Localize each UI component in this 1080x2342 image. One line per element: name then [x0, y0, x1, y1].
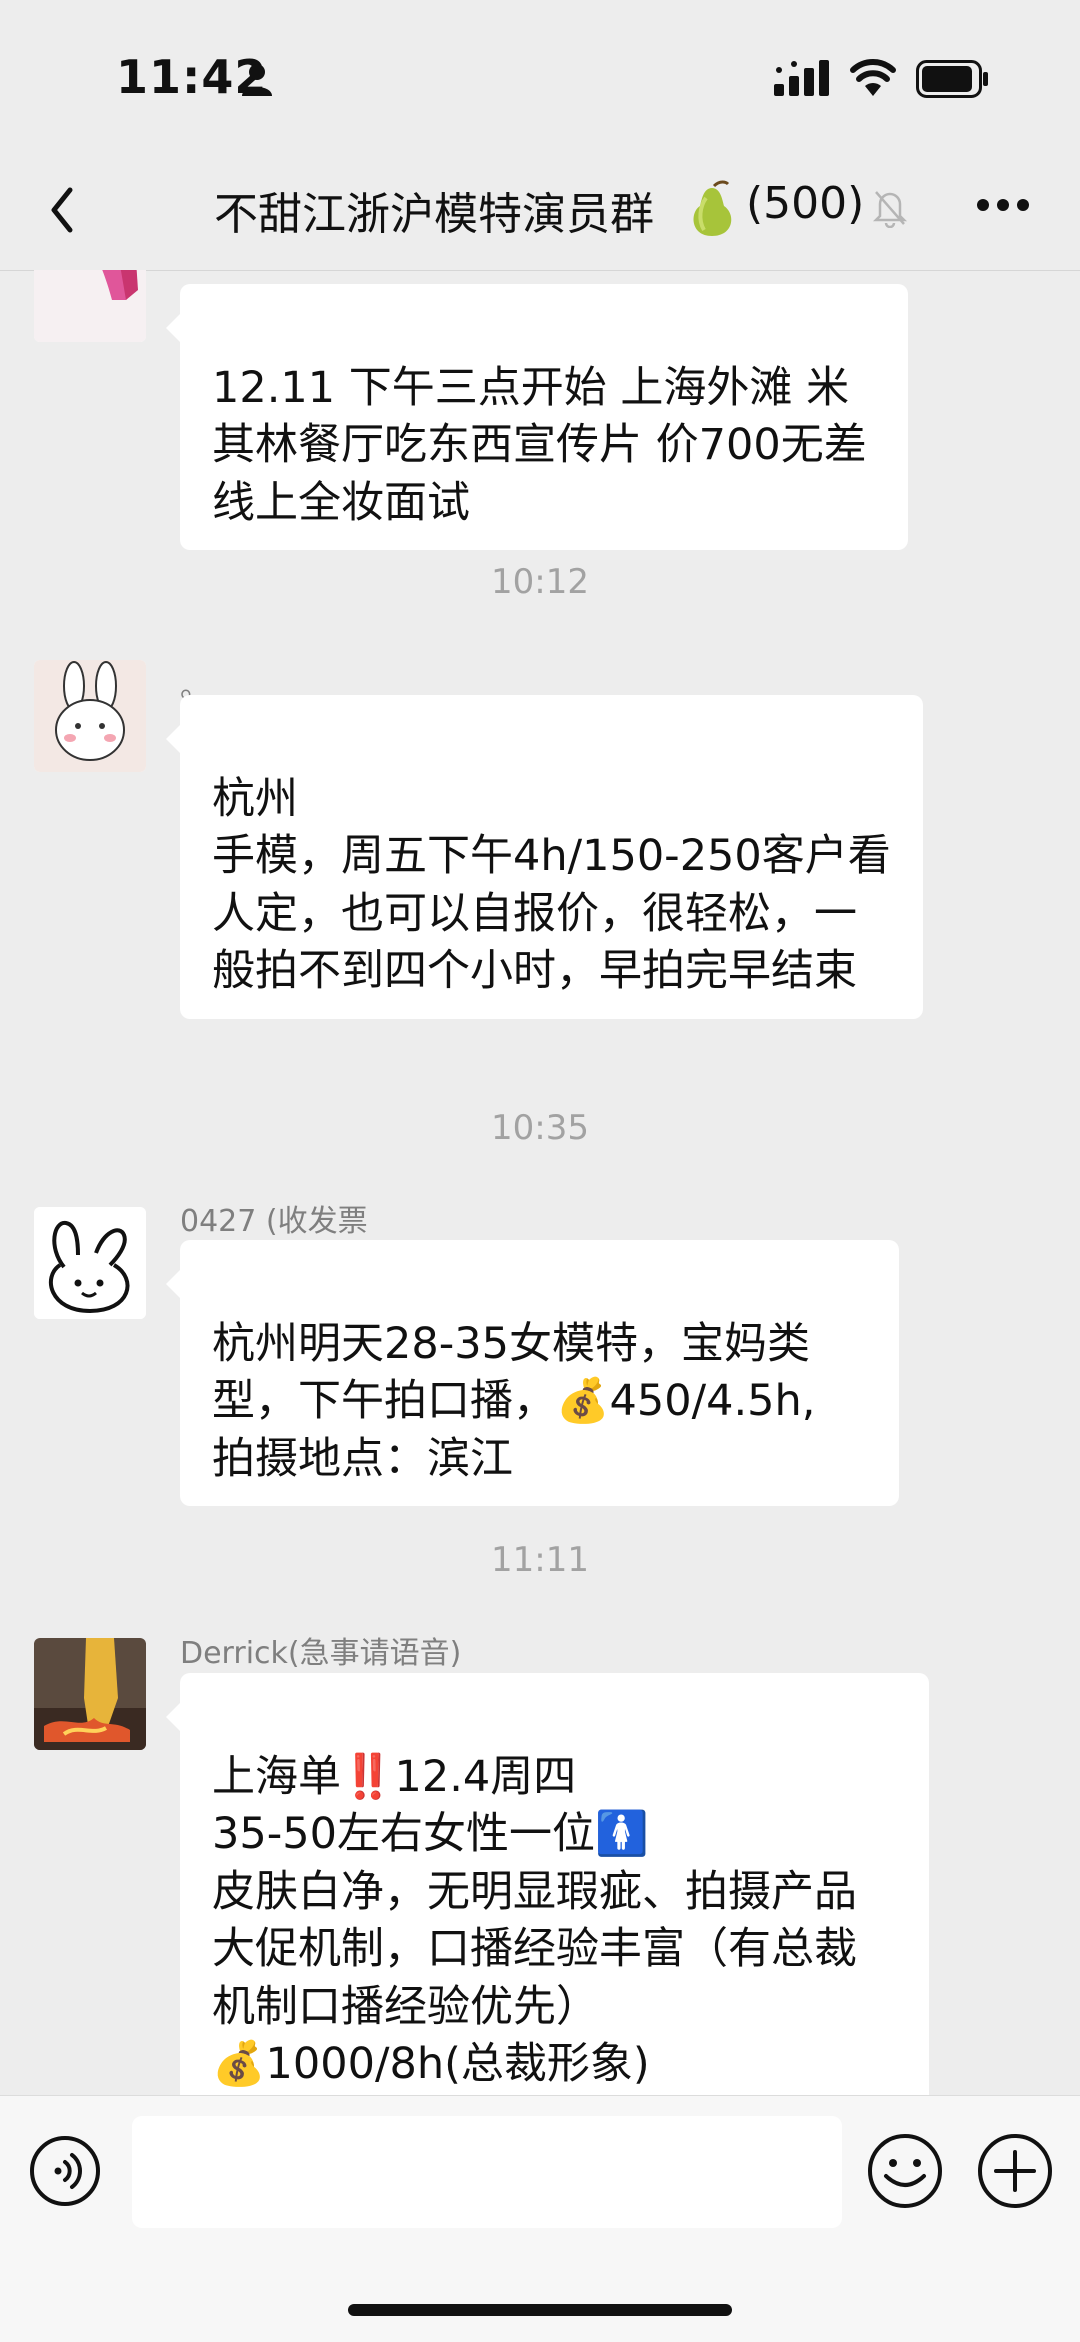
more-options-icon[interactable] [976, 198, 1030, 212]
message-text: 杭州明天28-35女模特，宝妈类型，下午拍口播，💰450/4.5h, 拍摄地点：… [212, 1318, 816, 1484]
chat-title: 不甜江浙沪模特演员群 [214, 189, 654, 240]
avatar[interactable] [34, 1207, 146, 1319]
add-attachment-icon[interactable] [976, 2132, 1054, 2210]
message-bubble[interactable]: 12.11 下午三点开始 上海外滩 米其林餐厅吃东西宣传片 价700无差 线上全… [166, 284, 908, 550]
message-input[interactable] [132, 2116, 842, 2228]
avatar[interactable] [34, 270, 146, 342]
muted-bell-icon [872, 191, 908, 228]
sender-name: 0427 (收发票 [180, 1204, 368, 1239]
timestamp: 10:12 [491, 562, 589, 602]
chat-message-list[interactable]: 12.11 下午三点开始 上海外滩 米其林餐厅吃东西宣传片 价700无差 线上全… [0, 270, 1080, 2095]
pear-icon [693, 180, 732, 236]
home-indicator [348, 2304, 732, 2316]
person-icon [242, 64, 272, 96]
message-bubble[interactable]: 杭州 手模，周五下午4h/150-250客户看人定，也可以自报价，很轻松，一般拍… [166, 695, 923, 1019]
timestamp: 11:11 [491, 1540, 589, 1580]
avatar-photo-icon [34, 1638, 146, 1750]
message-bubble[interactable]: 杭州明天28-35女模特，宝妈类型，下午拍口播，💰450/4.5h, 拍摄地点：… [166, 1240, 899, 1506]
voice-input-icon[interactable] [28, 2134, 102, 2208]
nav-bar: 不甜江浙沪模特演员群 (500) [0, 150, 1080, 271]
battery-icon [916, 60, 988, 98]
timestamp: 10:35 [491, 1108, 589, 1148]
message-bubble[interactable]: 上海单‼️12.4周四 35-50左右女性一位🚺 皮肤白净，无明显瑕疵、拍摄产品… [166, 1673, 929, 2095]
member-count: (500) [746, 178, 865, 229]
bunny-avatar-icon [34, 660, 146, 772]
message-text: 12.11 下午三点开始 上海外滩 米其林餐厅吃东西宣传片 价700无差 线上全… [212, 362, 867, 528]
avatar[interactable] [34, 1638, 146, 1750]
wifi-icon [850, 59, 896, 96]
avatar-photo-icon [34, 270, 146, 342]
sender-name: Derrick(急事请语音) [180, 1636, 462, 1671]
bunny-sketch-avatar-icon [34, 1207, 146, 1319]
status-bar: 11:42 [0, 0, 1080, 150]
cellular-signal-icon [774, 60, 829, 96]
message-text: 上海单‼️12.4周四 35-50左右女性一位🚺 皮肤白净，无明显瑕疵、拍摄产品… [212, 1751, 857, 2090]
emoji-icon[interactable] [866, 2132, 944, 2210]
message-text: 杭州 手模，周五下午4h/150-250客户看人定，也可以自报价，很轻松，一般拍… [212, 773, 891, 997]
avatar[interactable] [34, 660, 146, 772]
back-chevron-icon[interactable] [40, 180, 84, 240]
chat-input-bar [0, 2095, 1080, 2342]
